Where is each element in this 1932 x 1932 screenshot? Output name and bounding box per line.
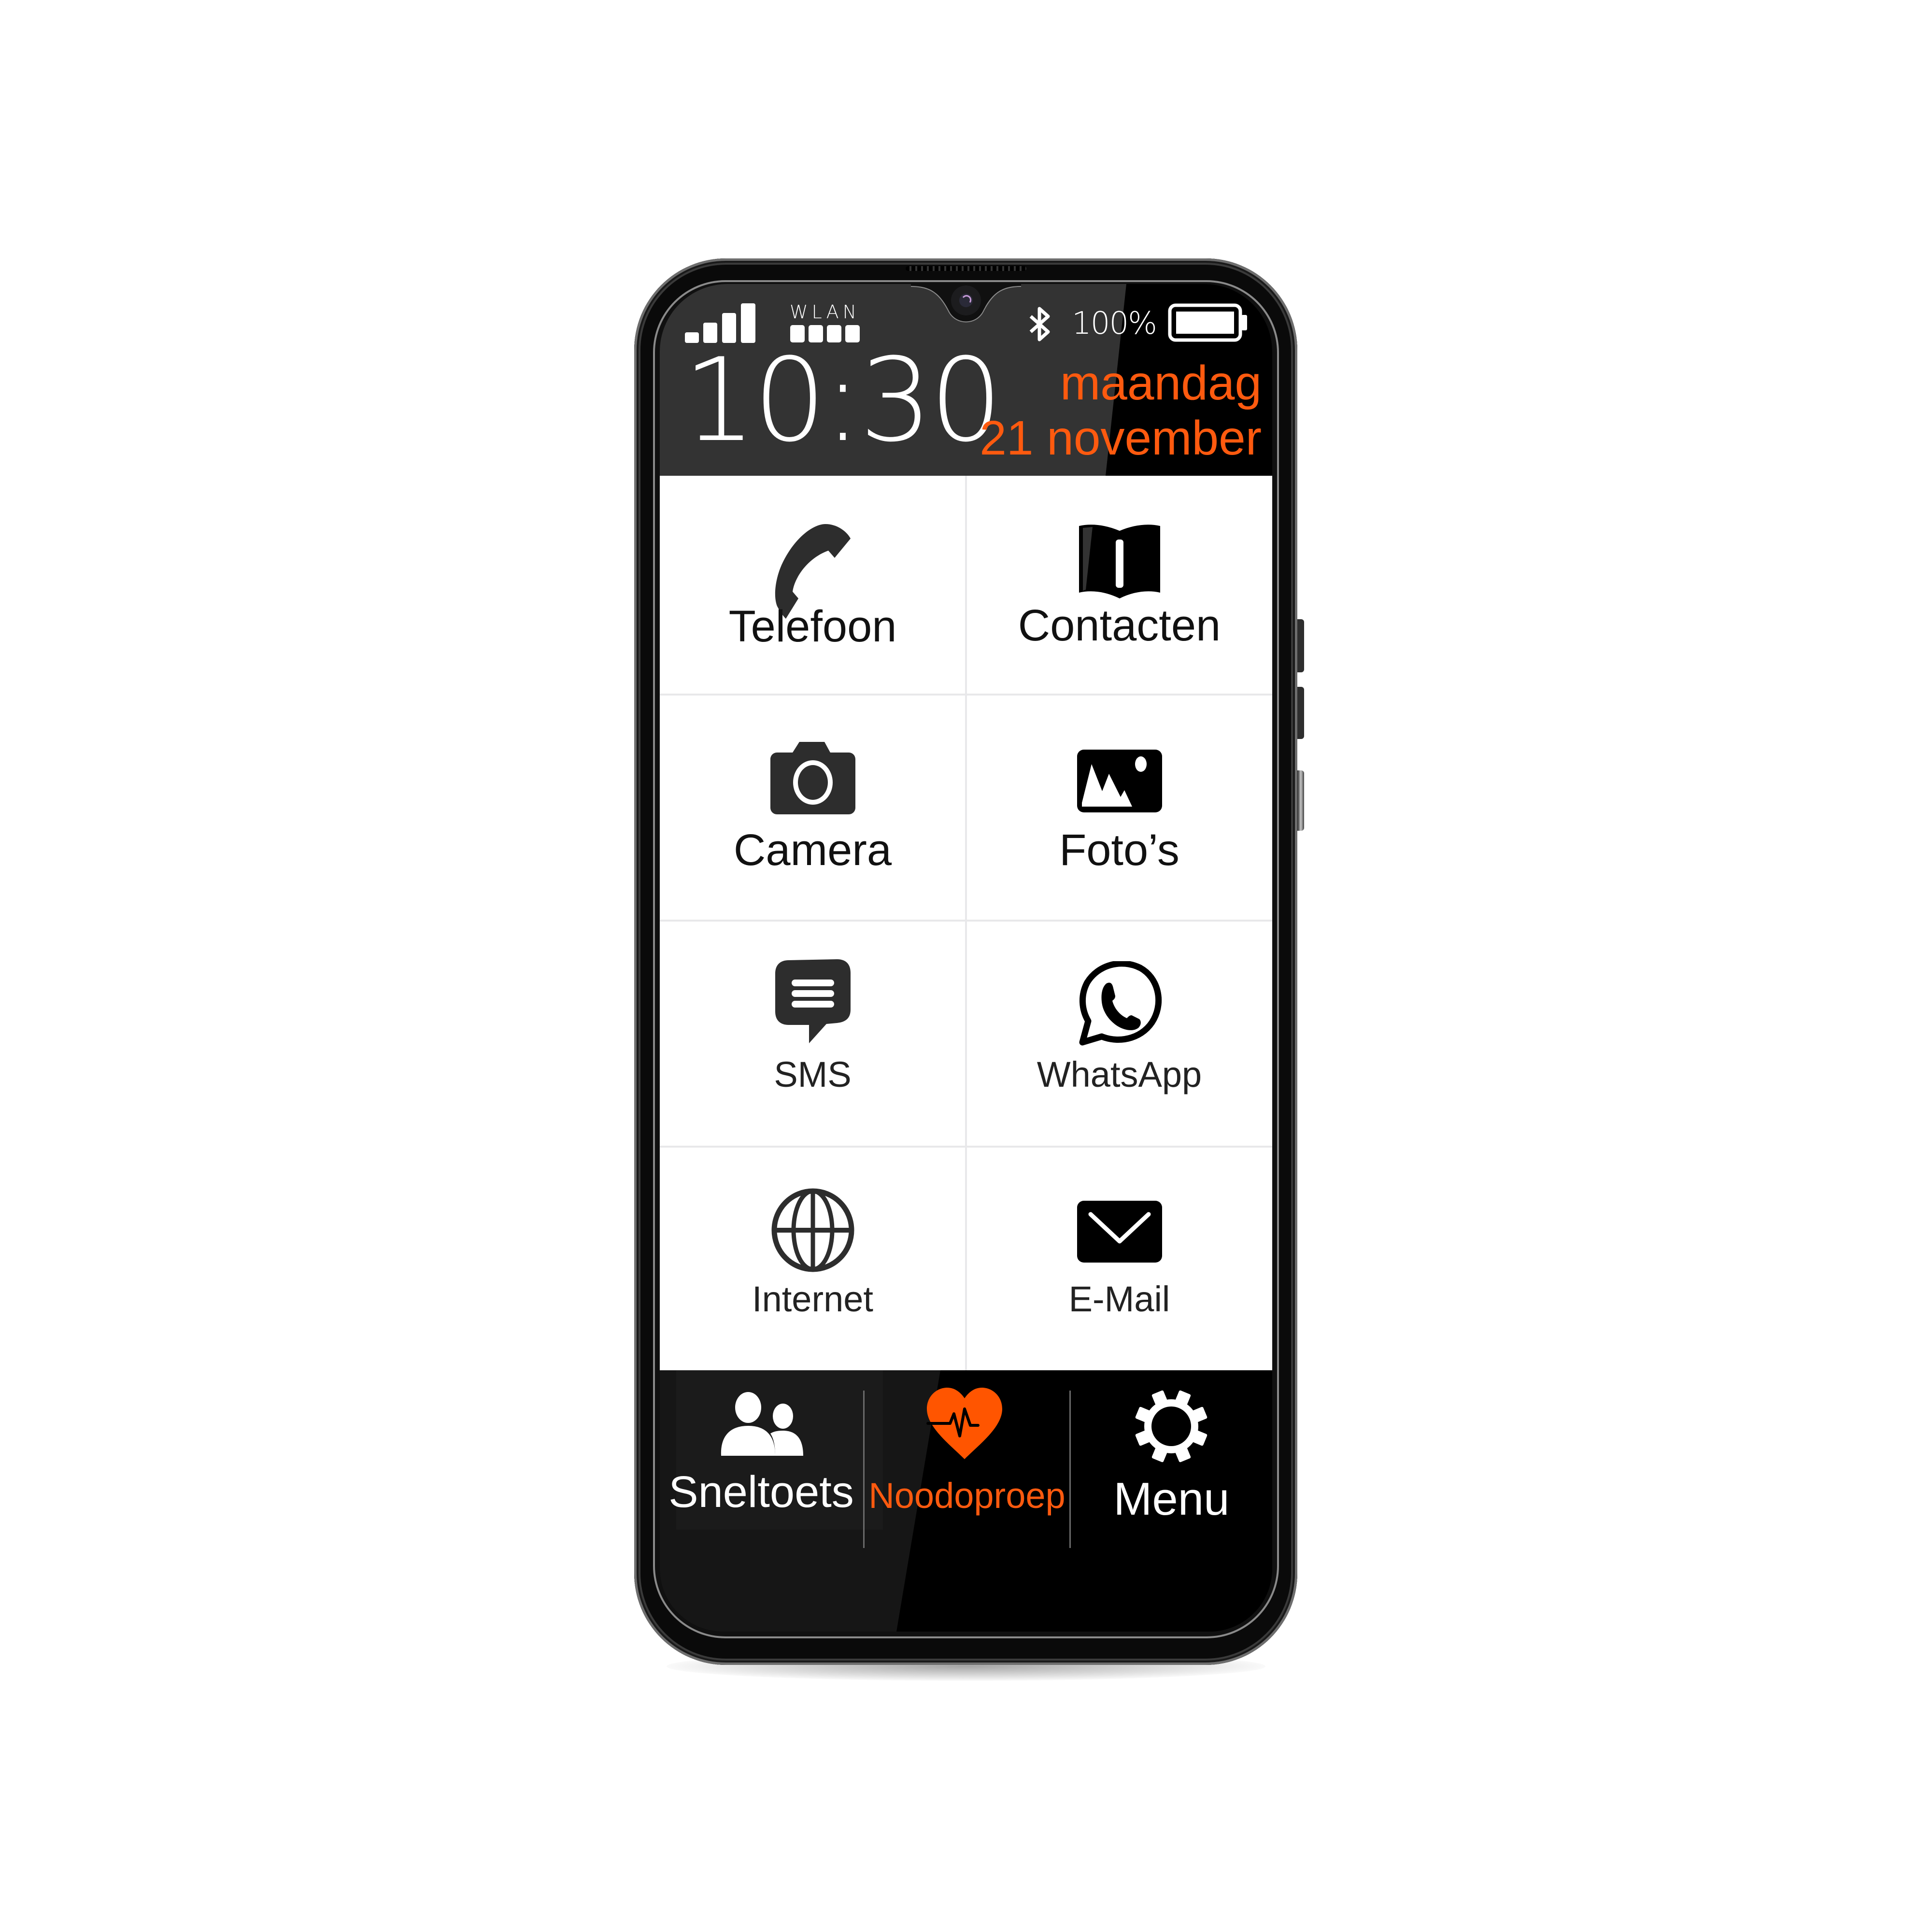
app-label: Camera bbox=[733, 825, 892, 875]
dock-label: Menu bbox=[1113, 1473, 1230, 1525]
camera-notch bbox=[911, 284, 1021, 323]
app-grid: Telefoon Contacten Camera Foto’s SMS Wha… bbox=[660, 476, 1272, 1370]
volume-down-button[interactable] bbox=[1297, 687, 1304, 739]
app-tile-camera[interactable]: Camera bbox=[660, 696, 966, 920]
envelope-icon bbox=[1077, 1201, 1162, 1263]
dock-label: Sneltoets bbox=[668, 1467, 854, 1517]
gear-icon bbox=[1135, 1390, 1208, 1463]
heart-pulse-icon bbox=[926, 1388, 1002, 1459]
battery-full-icon bbox=[1168, 303, 1247, 342]
app-tile-sms[interactable]: SMS bbox=[660, 922, 966, 1146]
globe-icon bbox=[771, 1188, 854, 1272]
bottom-dock: Sneltoets Noodoproep Menu bbox=[660, 1370, 1272, 1632]
app-label: WhatsApp bbox=[1037, 1054, 1202, 1094]
app-label: E-Mail bbox=[1068, 1279, 1170, 1319]
bluetooth-icon[interactable] bbox=[1029, 307, 1051, 341]
volume-up-button[interactable] bbox=[1297, 619, 1304, 672]
dock-noodoproep-button[interactable]: Noodoproep bbox=[865, 1370, 1069, 1534]
app-tile-telefoon[interactable]: Telefoon bbox=[660, 476, 966, 694]
power-button[interactable] bbox=[1297, 770, 1304, 831]
dock-menu-button[interactable]: Menu bbox=[1071, 1370, 1272, 1534]
app-label: SMS bbox=[774, 1054, 852, 1094]
app-label: Contacten bbox=[1018, 601, 1221, 650]
app-label: Internet bbox=[752, 1279, 873, 1319]
dock-sneltoets-button[interactable]: Sneltoets bbox=[660, 1370, 863, 1534]
date-full: 21 november bbox=[980, 411, 1262, 465]
earpiece-speaker bbox=[906, 266, 1026, 271]
app-tile-email[interactable]: E-Mail bbox=[966, 1148, 1272, 1370]
message-bubble-icon bbox=[775, 959, 851, 1043]
wlan-label: WLAN bbox=[790, 301, 861, 323]
camera-icon bbox=[770, 742, 855, 814]
people-icon bbox=[721, 1392, 803, 1456]
contacts-book-icon bbox=[1079, 525, 1160, 598]
app-tile-internet[interactable]: Internet bbox=[660, 1148, 966, 1370]
photos-icon bbox=[1077, 750, 1162, 812]
app-tile-fotos[interactable]: Foto’s bbox=[966, 696, 1272, 920]
date-weekday: maandag bbox=[1060, 356, 1262, 410]
dock-label: Noodoproep bbox=[868, 1476, 1065, 1516]
app-label: Foto’s bbox=[1059, 825, 1179, 875]
app-tile-contacten[interactable]: Contacten bbox=[966, 476, 1272, 694]
display: WLAN 100% 10:30 maandag 21 november Tele… bbox=[660, 284, 1272, 1632]
clock-time[interactable]: 10:30 bbox=[683, 338, 1003, 464]
app-label: Telefoon bbox=[728, 602, 897, 651]
battery-percent: 100% bbox=[1072, 306, 1157, 341]
grid-column-divider bbox=[965, 476, 967, 1370]
app-tile-whatsapp[interactable]: WhatsApp bbox=[966, 922, 1272, 1146]
whatsapp-icon bbox=[1079, 961, 1162, 1046]
